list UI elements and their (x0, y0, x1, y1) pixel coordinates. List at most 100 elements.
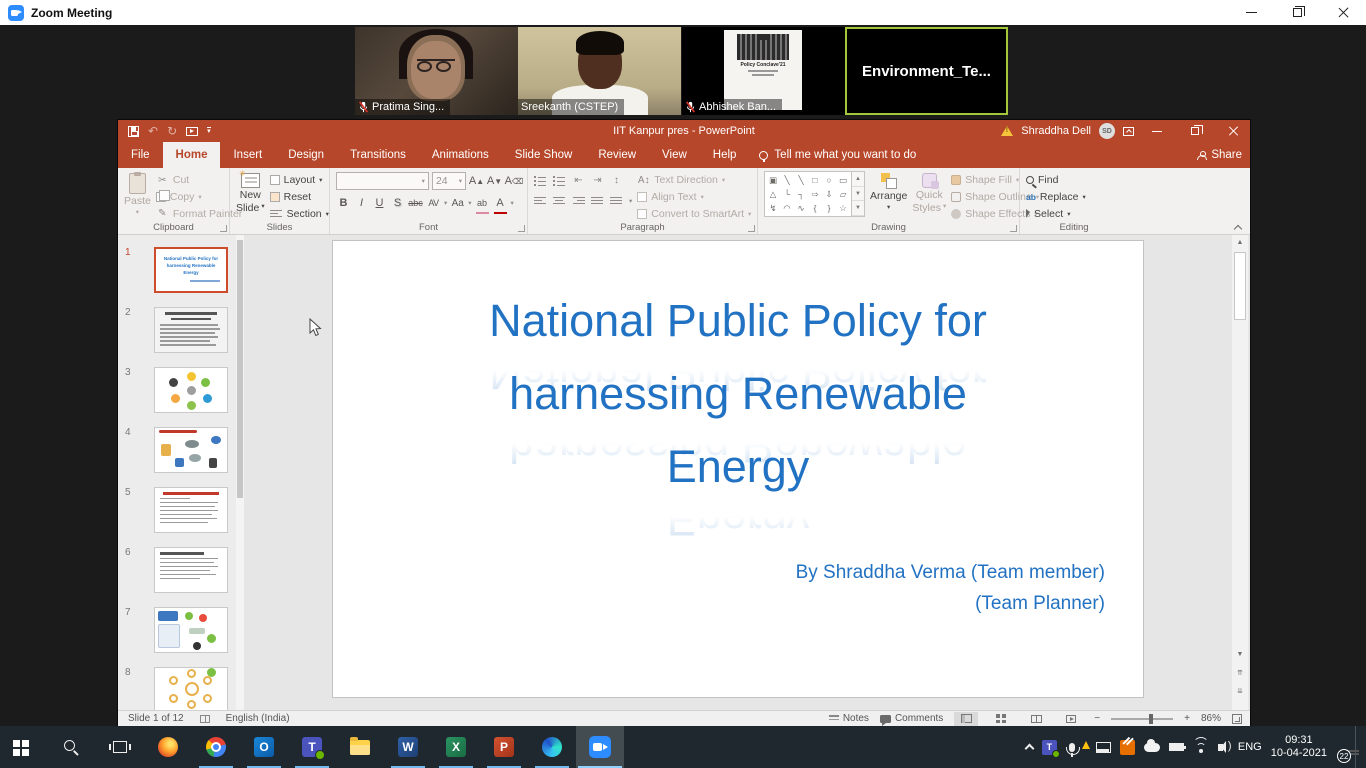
section-button[interactable]: Section▾ (270, 206, 329, 221)
slide-thumbnail-7[interactable]: 7 (118, 607, 236, 654)
change-case-button[interactable]: Aa (450, 195, 465, 212)
zoom-slider[interactable] (1111, 718, 1173, 720)
shape-icon[interactable]: ▭ (839, 176, 847, 185)
slide-byline[interactable]: By Shraddha Verma (Team member) (Team Pl… (796, 557, 1105, 619)
taskbar-clock[interactable]: 09:31 10-04-2021 (1271, 734, 1327, 760)
bold-button[interactable]: B (336, 195, 351, 212)
participant-tile-environment-team[interactable]: Environment_Te... (845, 27, 1008, 115)
participant-tile-abhishek[interactable]: Policy Conclave'21 Abhishek Ban... (682, 27, 845, 115)
scroll-up-icon[interactable]: ▲ (1232, 235, 1248, 250)
taskbar-search-button[interactable] (48, 726, 96, 768)
tell-me-box[interactable]: Tell me what you want to do (749, 142, 926, 168)
zoom-percentage[interactable]: 86% (1201, 713, 1221, 724)
collapse-ribbon-icon[interactable] (1234, 223, 1242, 231)
tab-review[interactable]: Review (585, 142, 649, 168)
tab-view[interactable]: View (649, 142, 700, 168)
taskbar-teams[interactable]: T (288, 726, 336, 768)
align-text-button[interactable]: Align Text▾ (637, 190, 751, 205)
justify-icon[interactable] (591, 195, 604, 206)
align-left-icon[interactable] (534, 195, 547, 206)
shape-icon[interactable]: ╲ (798, 176, 803, 185)
paste-button[interactable]: Paste ▾ (124, 171, 151, 221)
taskbar-excel[interactable]: X (432, 726, 480, 768)
ribbon-display-options-icon[interactable] (1123, 127, 1134, 136)
language-indicator[interactable]: English (India) (226, 713, 290, 724)
user-avatar[interactable]: SD (1099, 123, 1115, 139)
tray-volume-icon[interactable] (1218, 744, 1223, 751)
tab-insert[interactable]: Insert (220, 142, 275, 168)
undo-icon[interactable]: ↶ (148, 124, 158, 138)
language-abbreviation[interactable]: ENG (1238, 741, 1262, 753)
share-button[interactable]: Share (1197, 142, 1242, 168)
taskbar-word[interactable]: W (384, 726, 432, 768)
previous-slide-button[interactable]: ⇈ (1232, 665, 1248, 680)
increase-indent-icon[interactable]: ⇥ (591, 175, 604, 187)
taskbar-file-explorer[interactable] (336, 726, 384, 768)
shape-icon[interactable]: ◠ (783, 204, 790, 213)
decrease-indent-icon[interactable]: ⇤ (572, 175, 585, 187)
dialog-launcher-icon[interactable] (518, 225, 525, 232)
replace-button[interactable]: abReplace▾ (1026, 190, 1086, 205)
current-slide[interactable]: National Public Policy for harnessing Re… (332, 240, 1144, 698)
shape-icon[interactable]: ⇨ (811, 190, 818, 199)
layout-button[interactable]: Layout▾ (270, 173, 329, 188)
slide-sorter-view-button[interactable] (989, 712, 1013, 726)
customize-qat-icon[interactable]: ▾ (207, 127, 211, 135)
slide-thumbnail-4[interactable]: 4 (118, 427, 236, 474)
task-view-button[interactable] (96, 726, 144, 768)
shape-icon[interactable]: ○ (826, 176, 831, 185)
dialog-launcher-icon[interactable] (748, 225, 755, 232)
clear-formatting-button[interactable]: A⌫ (505, 173, 523, 190)
scroll-down-icon[interactable]: ▼ (1232, 647, 1248, 662)
taskbar-powerpoint[interactable]: P (480, 726, 528, 768)
slide-counter[interactable]: Slide 1 of 12 (128, 713, 184, 724)
font-color-button[interactable]: A (493, 195, 508, 212)
shape-icon[interactable]: └ (784, 190, 790, 199)
arrange-button[interactable]: Arrange ▾ (870, 171, 907, 221)
strikethrough-button[interactable]: abc (408, 195, 423, 212)
shape-icon[interactable]: ▣ (769, 176, 777, 185)
tray-battery-icon[interactable] (1169, 743, 1184, 751)
tray-teams-icon[interactable]: T (1042, 740, 1057, 755)
start-button[interactable] (0, 726, 48, 768)
shape-icon[interactable]: } (828, 204, 831, 213)
zoom-minimize-button[interactable] (1228, 0, 1274, 25)
comments-button[interactable]: Comments (880, 713, 943, 724)
redo-icon[interactable]: ↻ (167, 124, 177, 138)
taskbar-outlook[interactable]: O (240, 726, 288, 768)
shape-icon[interactable]: { (814, 204, 817, 213)
thumbnail-scrollbar[interactable] (236, 235, 244, 710)
tray-onedrive-icon[interactable] (1144, 743, 1160, 752)
character-spacing-button[interactable]: AV (426, 195, 441, 212)
font-size-combobox[interactable]: 24▾ (432, 172, 466, 190)
taskbar-edge[interactable] (528, 726, 576, 768)
slideshow-view-button[interactable] (1059, 712, 1083, 726)
shape-icon[interactable]: ∿ (797, 204, 804, 213)
dialog-launcher-icon[interactable] (1010, 225, 1017, 232)
quick-styles-button[interactable]: Quick Styles▾ (912, 171, 946, 221)
signed-in-user[interactable]: Shraddha Dell (1021, 125, 1091, 137)
slide-thumbnail-2[interactable]: 2 (118, 307, 236, 354)
gallery-scroll-buttons[interactable]: ▲▼▼ (852, 171, 865, 217)
grow-font-button[interactable]: A▲ (469, 173, 484, 190)
line-spacing-icon[interactable]: ↕ (610, 175, 623, 187)
zoom-slider-knob[interactable] (1149, 714, 1153, 724)
shape-icon[interactable]: △ (770, 190, 777, 199)
tray-wifi-icon[interactable] (1193, 742, 1209, 753)
tray-microphone-icon[interactable] (1069, 743, 1075, 752)
shape-icon[interactable]: ↯ (769, 204, 776, 213)
spell-check-icon[interactable] (200, 715, 210, 723)
align-center-icon[interactable] (553, 195, 566, 206)
underline-button[interactable]: U (372, 195, 387, 212)
slide-thumbnail-6[interactable]: 6 (118, 547, 236, 594)
columns-icon[interactable] (610, 195, 623, 206)
slide-thumbnail-3[interactable]: 3 (118, 367, 236, 414)
slide-thumbnail-1[interactable]: 1 National Public Policy for harnessing … (118, 247, 236, 294)
shapes-gallery[interactable]: ▣╲╲□○▭ △└┐⇨⇩▱ ↯◠∿{}☆ ▲▼▼ (764, 171, 865, 221)
shrink-font-button[interactable]: A▼ (487, 173, 502, 190)
taskbar-firefox[interactable] (144, 726, 192, 768)
text-direction-button[interactable]: A↕Text Direction▾ (637, 173, 751, 188)
font-name-combobox[interactable]: ▾ (336, 172, 429, 190)
shape-icon[interactable]: □ (812, 176, 817, 185)
tab-home[interactable]: Home (163, 142, 221, 168)
